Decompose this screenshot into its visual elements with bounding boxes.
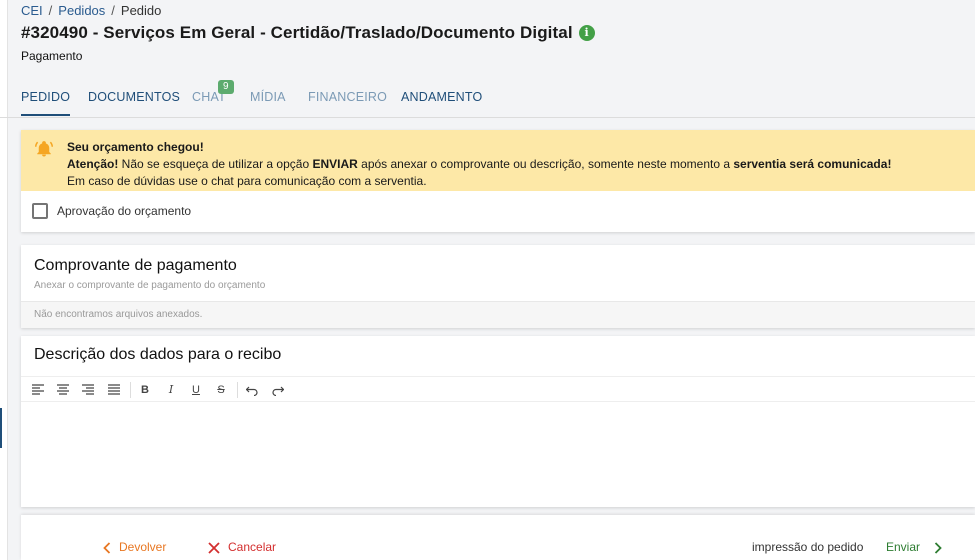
tab-pedido[interactable]: PEDIDO (21, 90, 71, 116)
attachments-empty: Não encontramos arquivos anexados. (21, 301, 975, 328)
cancelar-label: Cancelar (228, 540, 277, 554)
chevron-left-icon (103, 542, 111, 554)
toolbar-divider (130, 382, 131, 398)
print-order-button[interactable]: impressão do pedido (752, 540, 863, 554)
page-subtitle: Pagamento (21, 49, 83, 63)
devolver-button[interactable]: Devolver (103, 540, 166, 554)
redo-icon[interactable] (270, 382, 286, 398)
breadcrumb-pedidos[interactable]: Pedidos (58, 3, 105, 18)
breadcrumb: CEI / Pedidos / Pedido (21, 3, 161, 18)
attachments-empty-text: Não encontramos arquivos anexados. (34, 309, 203, 320)
alert-warning-text-2: após anexar o comprovante ou descrição, … (357, 157, 734, 171)
receipt-description-card: Descrição dos dados para o recibo B I U … (21, 336, 975, 507)
breadcrumb-separator: / (111, 3, 115, 18)
breadcrumb-separator: / (48, 3, 53, 18)
tab-documentos[interactable]: DOCUMENTOS (88, 90, 180, 104)
breadcrumb-current: Pedido (120, 3, 162, 18)
underline-icon[interactable]: U (188, 382, 204, 398)
chevron-right-icon (934, 542, 942, 554)
italic-icon[interactable]: I (163, 382, 179, 398)
page-title-text: #320490 - Serviços Em Geral - Certidão/T… (21, 23, 573, 42)
align-center-icon[interactable] (55, 382, 71, 398)
alert-serventia-strong: serventia será comunicada! (733, 157, 892, 171)
cancelar-button[interactable]: Cancelar (208, 540, 276, 554)
breadcrumb-cei[interactable]: CEI (21, 3, 43, 18)
alert-help: Em caso de dúvidas use o chat para comun… (67, 174, 427, 188)
alert-enviar-strong: ENVIAR (312, 157, 358, 171)
approval-row: Aprovação do orçamento (21, 191, 975, 232)
bold-icon[interactable]: B (137, 382, 153, 398)
info-icon[interactable]: i (578, 25, 595, 41)
alert-warning: Atenção! Não se esqueça de utilizar a op… (67, 156, 975, 173)
tab-bar: PEDIDO DOCUMENTOS CHAT 9 MÍDIA FINANCEIRO… (0, 80, 975, 118)
close-icon (208, 542, 220, 554)
action-footer: Devolver Cancelar impressão do pedido En… (21, 515, 975, 560)
receipt-subtitle: Anexar o comprovante de pagamento do orç… (34, 280, 266, 291)
align-left-icon[interactable] (30, 382, 46, 398)
approval-checkbox[interactable] (32, 203, 48, 219)
strikethrough-icon[interactable]: S (213, 382, 229, 398)
align-justify-icon[interactable] (106, 382, 122, 398)
description-editor[interactable] (21, 403, 975, 507)
chat-count-badge: 9 (218, 80, 234, 94)
approval-card: Seu orçamento chegou! Atenção! Não se es… (21, 130, 975, 232)
tab-andamento[interactable]: ANDAMENTO (401, 90, 482, 104)
tab-midia[interactable]: MÍDIA (250, 90, 286, 104)
tab-chat[interactable]: CHAT 9 (192, 80, 234, 104)
tab-financeiro[interactable]: FINANCEIRO (308, 90, 387, 104)
enviar-button[interactable]: Enviar (886, 540, 942, 554)
toolbar-divider (237, 382, 238, 398)
enviar-label: Enviar (886, 540, 921, 554)
budget-alert: Seu orçamento chegou! Atenção! Não se es… (21, 130, 975, 191)
sidebar-active-marker (0, 408, 2, 448)
receipt-title: Comprovante de pagamento (34, 257, 237, 274)
bell-icon (35, 141, 53, 157)
editor-toolbar: B I U S (21, 376, 975, 402)
description-title: Descrição dos dados para o recibo (34, 346, 282, 363)
alert-warning-strong: Atenção! (67, 157, 119, 171)
approval-label[interactable]: Aprovação do orçamento (57, 204, 191, 218)
page-title: #320490 - Serviços Em Geral - Certidão/T… (21, 23, 595, 43)
undo-icon[interactable] (244, 382, 260, 398)
devolver-label: Devolver (119, 540, 167, 554)
alert-title: Seu orçamento chegou! (67, 140, 204, 154)
payment-receipt-card: Comprovante de pagamento Anexar o compro… (21, 245, 975, 328)
align-right-icon[interactable] (80, 382, 96, 398)
alert-warning-text: Não se esqueça de utilizar a opção (118, 157, 313, 171)
